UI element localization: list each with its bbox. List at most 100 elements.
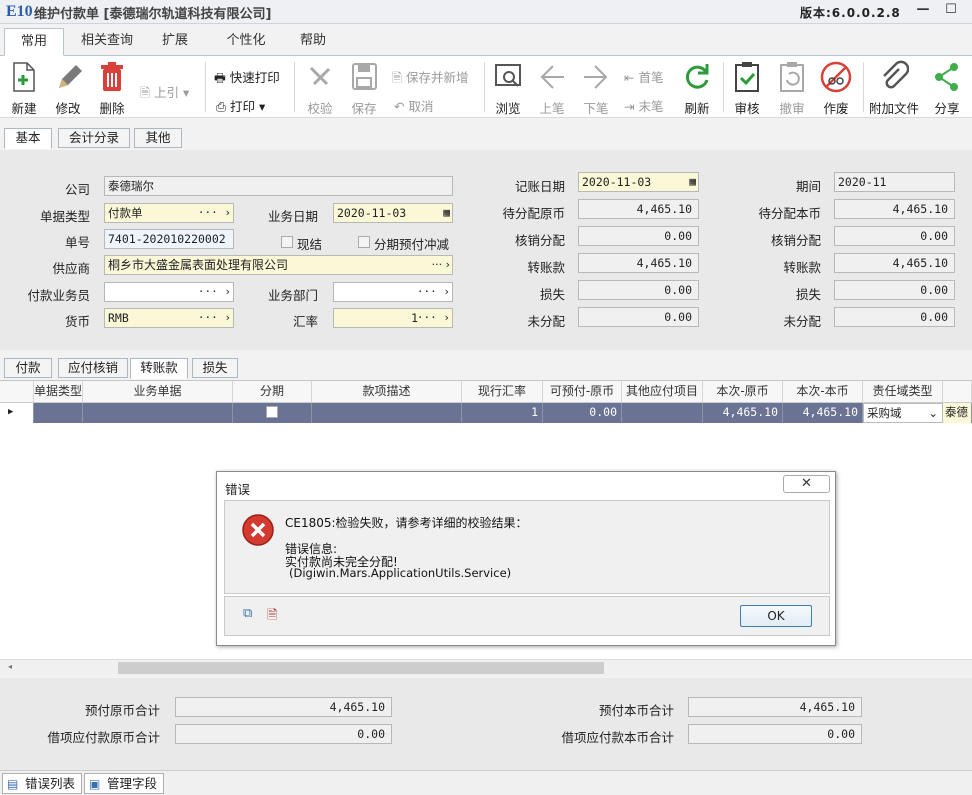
ok-button[interactable]: OK [740, 605, 812, 627]
currency-picker[interactable]: ··· › [198, 309, 231, 327]
delete-button[interactable]: 删除 [94, 60, 130, 117]
installment-checkbox[interactable] [266, 406, 278, 418]
col-header-this-orig[interactable]: 本次-原币 [703, 381, 783, 403]
currency-field[interactable]: RMB ··· › [104, 308, 234, 328]
domain-type-value: 采购域 [867, 406, 902, 420]
cell-biz-doc[interactable] [83, 403, 233, 423]
row-indicator-icon[interactable]: ▶ [0, 403, 34, 423]
share-label: 分享 [934, 101, 960, 116]
col-header-this-local[interactable]: 本次-本币 [783, 381, 863, 403]
col-header-prepay-orig[interactable]: 可预付-原币 [543, 381, 622, 403]
prev-button[interactable]: 上笔 [536, 60, 568, 117]
payer-picker[interactable]: ··· › [198, 283, 231, 301]
void-button[interactable]: 作废 [818, 60, 854, 117]
summary-panel: 预付原币合计 4,465.10 借项应付款原币合计 0.00 预付本币合计 4,… [0, 678, 972, 770]
chevron-down-icon[interactable]: ⌄ [928, 404, 938, 422]
error-message-line4: (Digiwin.Mars.ApplicationUtils.Service) [289, 566, 512, 580]
tab-related-query[interactable]: 相关查询 [74, 28, 140, 56]
delete-label: 删除 [99, 101, 125, 116]
payer-field[interactable]: ··· › [104, 282, 234, 302]
edit-button[interactable]: 修改 [50, 60, 86, 117]
biz-date-field[interactable]: 2020-11-03 ▦ [333, 203, 453, 223]
col-header-biz-doc[interactable]: 业务单据 [83, 381, 233, 403]
print-button[interactable]: ⎙ 打印 ▾ [216, 96, 265, 115]
cell-description[interactable] [312, 403, 462, 423]
tab-accounting-entry[interactable]: 会计分录 [58, 128, 130, 148]
tab-payment[interactable]: 付款 [4, 358, 52, 378]
rate-field[interactable]: 1 ··· › [333, 308, 453, 328]
tab-common[interactable]: 常用 [4, 28, 64, 56]
next-button[interactable]: 下笔 [580, 60, 612, 117]
supplier-field[interactable]: 桐乡市大盛金属表面处理有限公司 ··· › [104, 255, 453, 275]
approve-button[interactable]: 审核 [731, 60, 763, 117]
scroll-left-icon[interactable]: ◂ [8, 662, 12, 671]
tab-transfer[interactable]: 转账款 [130, 358, 188, 379]
dept-field[interactable]: ··· › [333, 282, 453, 302]
first-button[interactable]: ⇤ 首笔 [624, 67, 663, 86]
upref-button[interactable]: 🗎 上引 ▾ [140, 82, 189, 105]
supplier-picker[interactable]: ··· › [432, 256, 450, 274]
cash-checkbox[interactable] [281, 236, 293, 248]
doc-type-field[interactable]: 付款单 ··· › [104, 203, 234, 223]
cell-installment[interactable] [233, 403, 312, 423]
dialog-close-button[interactable]: ✕ [783, 475, 830, 493]
share-button[interactable]: 分享 [930, 60, 964, 117]
cell-other-payable[interactable] [622, 403, 703, 423]
trash-icon [101, 62, 123, 91]
posting-date-field[interactable]: 2020-11-03 ▦ [578, 172, 699, 192]
cell-extra[interactable]: 泰德 [943, 403, 972, 423]
writeoff-orig-value: 0.00 [664, 229, 692, 243]
dept-picker[interactable]: ··· › [417, 283, 450, 301]
tab-error-list[interactable]: ▤ 错误列表 [2, 773, 83, 794]
tab-manage-fields[interactable]: ▣ 管理字段 [84, 773, 165, 794]
save-button[interactable]: 保存 [344, 60, 384, 117]
doc-no-field[interactable]: 7401-202010220002 [104, 229, 234, 249]
cell-this-orig[interactable]: 4,465.10 [703, 403, 783, 423]
minimize-button[interactable]: — [912, 2, 934, 22]
quick-print-button[interactable]: 🖶 快速打印 [214, 67, 280, 90]
tab-loss[interactable]: 损失 [192, 358, 238, 378]
attach-button[interactable]: 附加文件 [868, 60, 920, 117]
col-header-installment[interactable]: 分期 [233, 381, 312, 403]
installment-offset-checkbox[interactable] [358, 236, 370, 248]
rate-picker[interactable]: ··· › [417, 309, 450, 327]
check-button[interactable]: 校验 [300, 60, 340, 117]
payer-label: 付款业务员 [27, 288, 90, 303]
col-header-rate[interactable]: 现行汇率 [462, 381, 543, 403]
cell-this-local[interactable]: 4,465.10 [783, 403, 863, 423]
tab-basic[interactable]: 基本 [4, 128, 52, 149]
cell-domain-type[interactable]: 采购域 ⌄ [863, 403, 943, 423]
tab-personalize[interactable]: 个性化 [216, 28, 276, 56]
calendar-icon[interactable]: ▦ [689, 173, 696, 191]
col-header-doc-type[interactable]: 单据类型 [34, 381, 83, 403]
company-field[interactable]: 泰德瑞尔 [104, 176, 453, 196]
col-header-other-payable[interactable]: 其他应付项目 [622, 381, 703, 403]
scrollbar-thumb[interactable] [118, 662, 604, 674]
check-label: 校验 [307, 101, 333, 116]
new-button[interactable]: 新建 [6, 60, 42, 117]
tab-extend[interactable]: 扩展 [150, 28, 200, 56]
horizontal-scrollbar[interactable]: ◂ [0, 659, 972, 675]
tab-other[interactable]: 其他 [134, 128, 182, 148]
copy-icon[interactable]: ⧉ [243, 606, 252, 621]
first-icon: ⇤ [624, 70, 635, 85]
last-button[interactable]: ⇥ 末笔 [624, 96, 663, 115]
maximize-button[interactable]: ☐ [940, 2, 962, 22]
cell-doc-type[interactable] [34, 403, 83, 423]
col-header-domain-type[interactable]: 责任域类型 [863, 381, 943, 403]
doc-type-picker[interactable]: ··· › [198, 204, 231, 222]
cancel-button[interactable]: ↶ 取消 [394, 96, 433, 115]
cell-prepay-orig[interactable]: 0.00 [543, 403, 622, 423]
tab-payable-writeoff[interactable]: 应付核销 [58, 358, 128, 378]
tab-help[interactable]: 帮助 [288, 28, 338, 56]
save-label: 保存 [351, 101, 377, 116]
save-new-button[interactable]: 🗎 保存并新增 [392, 67, 469, 90]
arrow-right-icon [584, 65, 608, 89]
browse-button[interactable]: 浏览 [490, 60, 526, 117]
details-icon[interactable]: 🗎 [267, 606, 277, 628]
calendar-icon[interactable]: ▦ [443, 204, 450, 222]
unapprove-button[interactable]: 撤审 [776, 60, 808, 117]
refresh-button[interactable]: 刷新 [681, 60, 713, 117]
col-header-description[interactable]: 款项描述 [312, 381, 462, 403]
cell-rate[interactable]: 1 [462, 403, 543, 423]
